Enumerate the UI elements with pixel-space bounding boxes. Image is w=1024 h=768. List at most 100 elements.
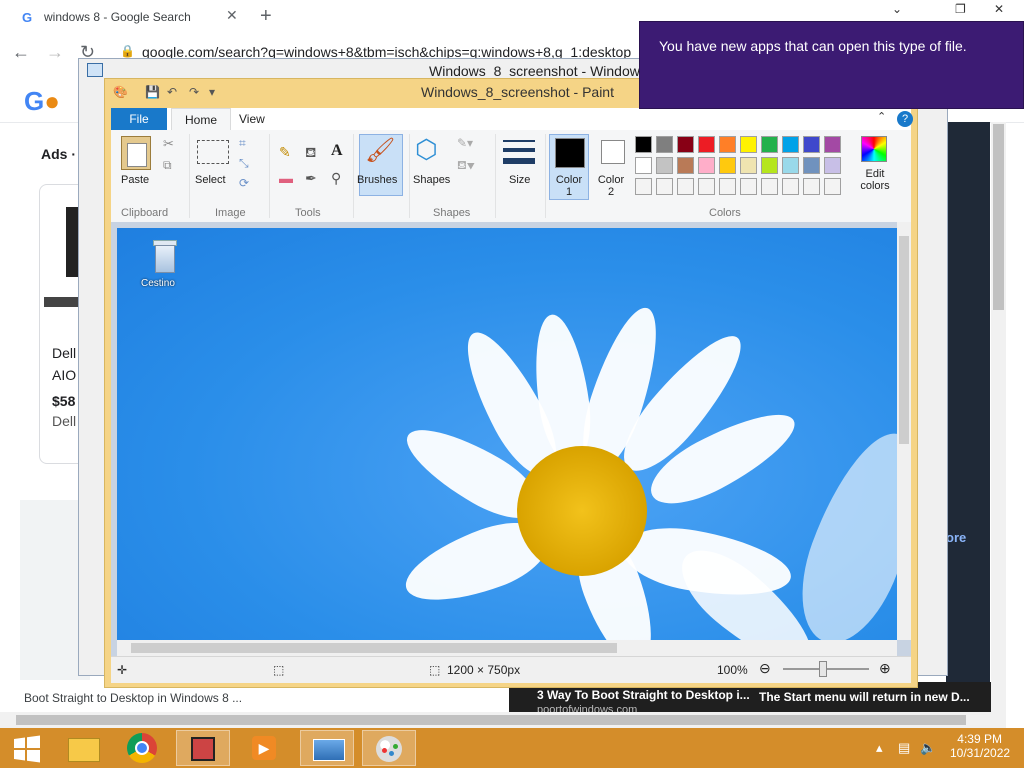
canvas-image[interactable]: Cestino	[117, 228, 897, 640]
palette-swatch[interactable]	[803, 157, 820, 174]
palette-swatch[interactable]	[698, 178, 715, 195]
tab-close-icon[interactable]: ✕	[226, 7, 238, 24]
back-arrow-icon[interactable]: ←	[12, 42, 30, 63]
palette-swatch[interactable]	[656, 136, 673, 153]
resize-icon[interactable]: ⤡	[239, 156, 249, 171]
edit-colors-icon[interactable]	[861, 136, 887, 162]
photo-viewer-taskbar[interactable]	[300, 730, 354, 766]
select-button[interactable]: Select	[195, 174, 226, 186]
right-result-thumbnail[interactable]: ore	[946, 122, 990, 682]
size-button[interactable]: Size	[509, 174, 530, 186]
brush-icon[interactable]: 🖌	[365, 136, 395, 165]
copy-icon[interactable]: ⧉	[163, 158, 172, 173]
palette-swatch[interactable]	[740, 178, 757, 195]
shapes-button[interactable]: Shapes	[413, 174, 450, 186]
canvas-horizontal-scroll-thumb[interactable]	[131, 643, 617, 653]
restore-button[interactable]: ❐	[955, 2, 966, 16]
palette-swatch[interactable]	[635, 136, 652, 153]
undo-icon[interactable]: ↶	[167, 85, 177, 99]
palette-swatch[interactable]	[719, 157, 736, 174]
palette-swatch[interactable]	[803, 136, 820, 153]
palette-swatch[interactable]	[740, 157, 757, 174]
palette-swatch[interactable]	[698, 157, 715, 174]
color2-button[interactable]: Color 2	[597, 174, 625, 198]
palette-swatch[interactable]	[782, 178, 799, 195]
zoom-slider-thumb[interactable]	[819, 661, 827, 677]
minimize-ribbon-icon[interactable]: ⌃	[877, 110, 886, 123]
paint-app-icon[interactable]: 🎨	[113, 85, 128, 99]
palette-swatch[interactable]	[677, 157, 694, 174]
rotate-icon[interactable]: ⟳	[239, 176, 249, 190]
more-link[interactable]: ore	[946, 530, 966, 545]
crop-icon[interactable]: ⌗	[239, 136, 246, 151]
customize-qat-icon[interactable]: ▾	[209, 85, 215, 99]
outline-icon[interactable]: ✎▾	[457, 136, 473, 150]
palette-swatch[interactable]	[719, 178, 736, 195]
chrome-taskbar[interactable]	[116, 730, 170, 766]
volume-icon[interactable]: 🔈	[920, 740, 936, 756]
paint-window[interactable]: 🎨 💾 ↶ ↷ ▾ Windows_8_screenshot - Paint F…	[104, 78, 918, 688]
color-picker-icon[interactable]: ✒	[305, 170, 317, 187]
size-icon[interactable]	[503, 140, 535, 142]
paste-button[interactable]: Paste	[121, 174, 149, 186]
close-button[interactable]: ✕	[994, 2, 1004, 16]
fill-shape-icon[interactable]: ⛾▾	[457, 158, 475, 174]
palette-swatch[interactable]	[677, 178, 694, 195]
media-player-taskbar[interactable]: ▶	[238, 730, 292, 766]
result-link[interactable]: Boot Straight to Desktop in Windows 8 ..…	[24, 691, 242, 705]
cut-icon[interactable]: ✂	[163, 136, 174, 152]
start-button[interactable]	[2, 730, 56, 766]
palette-swatch[interactable]	[635, 178, 652, 195]
tab-file[interactable]: File	[111, 108, 167, 130]
select-icon[interactable]	[197, 140, 229, 164]
save-icon[interactable]: 💾	[145, 85, 160, 99]
google-logo[interactable]: G●	[24, 86, 60, 117]
tab-view[interactable]: View	[239, 108, 265, 130]
pencil-icon[interactable]: ✎	[279, 144, 291, 161]
show-hidden-icons[interactable]: ▴	[876, 740, 883, 756]
zoom-in-icon[interactable]: ⊕	[879, 660, 891, 677]
palette-swatch[interactable]	[824, 178, 841, 195]
redo-icon[interactable]: ↷	[189, 85, 199, 99]
magnifier-icon[interactable]: ⚲	[331, 170, 341, 187]
color2-swatch[interactable]	[601, 140, 625, 164]
result-title-1[interactable]: 3 Way To Boot Straight to Desktop i...	[537, 688, 750, 702]
color1-swatch[interactable]	[555, 138, 585, 168]
palette-swatch[interactable]	[740, 136, 757, 153]
color1-button[interactable]: Color 1	[555, 174, 583, 198]
browser-tab[interactable]: G windows 8 - Google Search ✕	[8, 4, 246, 32]
palette-swatch[interactable]	[761, 136, 778, 153]
palette-swatch[interactable]	[782, 136, 799, 153]
palette-swatch[interactable]	[635, 157, 652, 174]
result-title-2[interactable]: The Start menu will return in new D...	[759, 690, 970, 704]
forward-arrow-icon[interactable]: →	[46, 42, 64, 63]
eraser-icon[interactable]: ▬	[279, 170, 293, 186]
palette-swatch[interactable]	[761, 178, 778, 195]
toast-notification[interactable]: You have new apps that can open this typ…	[639, 21, 1024, 109]
network-icon[interactable]: ▤	[898, 740, 910, 756]
palette-swatch[interactable]	[761, 157, 778, 174]
palette-swatch[interactable]	[677, 136, 694, 153]
palette-swatch[interactable]	[824, 157, 841, 174]
brushes-button[interactable]: Brushes	[357, 174, 397, 186]
palette-swatch[interactable]	[656, 178, 673, 195]
horizontal-scroll-thumb[interactable]	[16, 715, 966, 725]
palette-swatch[interactable]	[698, 136, 715, 153]
paint-taskbar[interactable]	[362, 730, 416, 766]
paste-icon[interactable]	[121, 136, 151, 170]
palette-swatch[interactable]	[656, 157, 673, 174]
fill-icon[interactable]: ⛾	[305, 144, 316, 163]
palette-swatch[interactable]	[824, 136, 841, 153]
text-icon[interactable]: A	[331, 142, 343, 160]
palette-swatch[interactable]	[782, 157, 799, 174]
film-app-taskbar[interactable]	[176, 730, 230, 766]
palette-swatch[interactable]	[803, 178, 820, 195]
canvas-vertical-scroll-thumb[interactable]	[899, 236, 909, 444]
clock[interactable]: 4:39 PM 10/31/2022	[950, 732, 1010, 760]
help-icon[interactable]: ?	[897, 111, 913, 127]
file-explorer-taskbar[interactable]	[56, 730, 110, 766]
vertical-scroll-thumb[interactable]	[993, 124, 1004, 310]
edit-colors-button[interactable]: Edit colors	[853, 168, 897, 192]
shapes-icon[interactable]: ⬡	[415, 134, 438, 165]
palette-swatch[interactable]	[719, 136, 736, 153]
